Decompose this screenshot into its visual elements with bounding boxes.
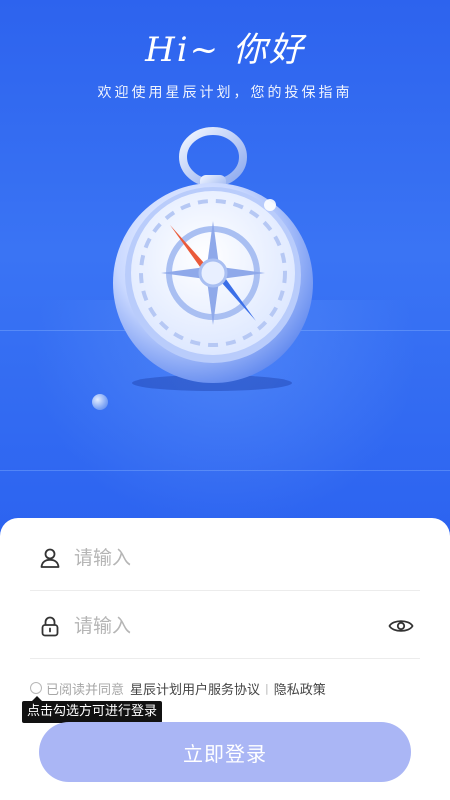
login-button[interactable]: 立即登录: [39, 722, 411, 782]
compass-illustration: [100, 125, 330, 395]
username-input[interactable]: [74, 537, 420, 578]
page-title: Hi~ 你好: [145, 30, 305, 70]
eye-icon[interactable]: [386, 611, 416, 641]
agreement-row: 已阅读并同意 星辰计划用户服务协议 | 隐私政策: [30, 678, 326, 698]
agreement-checkbox[interactable]: [30, 682, 42, 694]
lock-icon: [36, 612, 64, 640]
decorative-bubble: [92, 394, 108, 410]
privacy-policy-link[interactable]: 隐私政策: [274, 679, 326, 698]
link-separator: |: [265, 681, 269, 695]
password-input[interactable]: [74, 605, 386, 646]
user-icon: [36, 544, 64, 572]
floor-line: [0, 470, 450, 471]
agreement-tooltip: 点击勾选方可进行登录: [22, 696, 163, 723]
password-field: [30, 593, 420, 659]
agreement-prefix: 已阅读并同意: [46, 682, 125, 698]
tooltip-arrow: [32, 696, 42, 701]
tooltip-text: 点击勾选方可进行登录: [27, 704, 158, 719]
service-agreement-link[interactable]: 星辰计划用户服务协议: [130, 679, 260, 698]
hero-banner: Hi~ 你好 欢迎使用星辰计划，您的投保指南: [0, 0, 450, 560]
page-subtitle: 欢迎使用星辰计划，您的投保指南: [97, 85, 353, 101]
username-field: [30, 525, 420, 591]
